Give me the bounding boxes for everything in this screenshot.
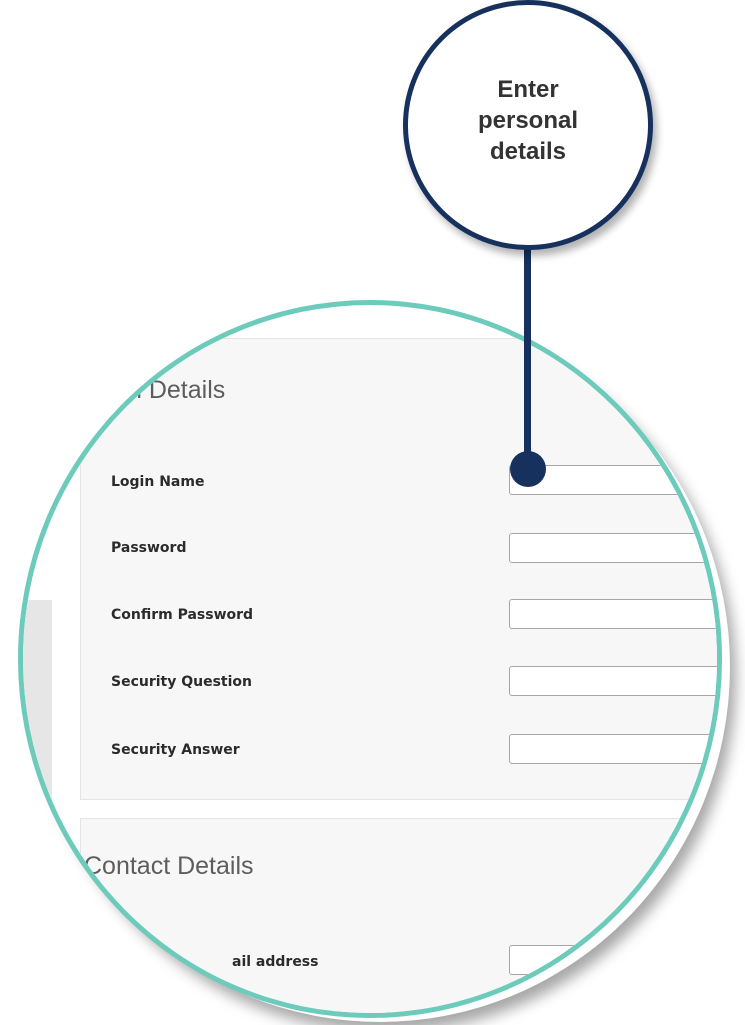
callout-line-3: details xyxy=(489,137,567,165)
email-address-input[interactable] xyxy=(509,945,717,975)
confirm-password-label: Confirm Password xyxy=(111,607,254,623)
left-gutter xyxy=(23,600,52,810)
password-input[interactable] xyxy=(509,533,717,563)
email-address-label: ail address xyxy=(232,954,319,970)
callout-connector-line xyxy=(524,246,531,464)
login-details-title: n Details xyxy=(128,376,226,404)
security-question-input[interactable] xyxy=(509,666,717,696)
confirm-password-input[interactable] xyxy=(509,599,717,629)
login-name-label: Login Name xyxy=(111,474,205,490)
security-answer-label: Security Answer xyxy=(111,742,240,758)
password-label: Password xyxy=(111,540,187,556)
callout-line-2: personal xyxy=(477,106,579,134)
stage: n Details Login Name Password Confirm Pa… xyxy=(0,0,745,1025)
login-details-panel xyxy=(80,338,717,800)
callout-bubble: Enter personal details xyxy=(403,0,653,250)
magnifier-lens: n Details Login Name Password Confirm Pa… xyxy=(18,300,722,1018)
callout-line-1: Enter xyxy=(497,75,559,103)
security-answer-input[interactable] xyxy=(509,734,717,764)
lens-content: n Details Login Name Password Confirm Pa… xyxy=(23,305,717,1013)
contact-details-title: Contact Details xyxy=(84,852,254,880)
callout-text: Enter personal details xyxy=(448,74,608,167)
security-question-label: Security Question xyxy=(111,674,253,690)
contact-details-panel xyxy=(80,818,717,1013)
callout-pointer-dot xyxy=(510,451,546,487)
